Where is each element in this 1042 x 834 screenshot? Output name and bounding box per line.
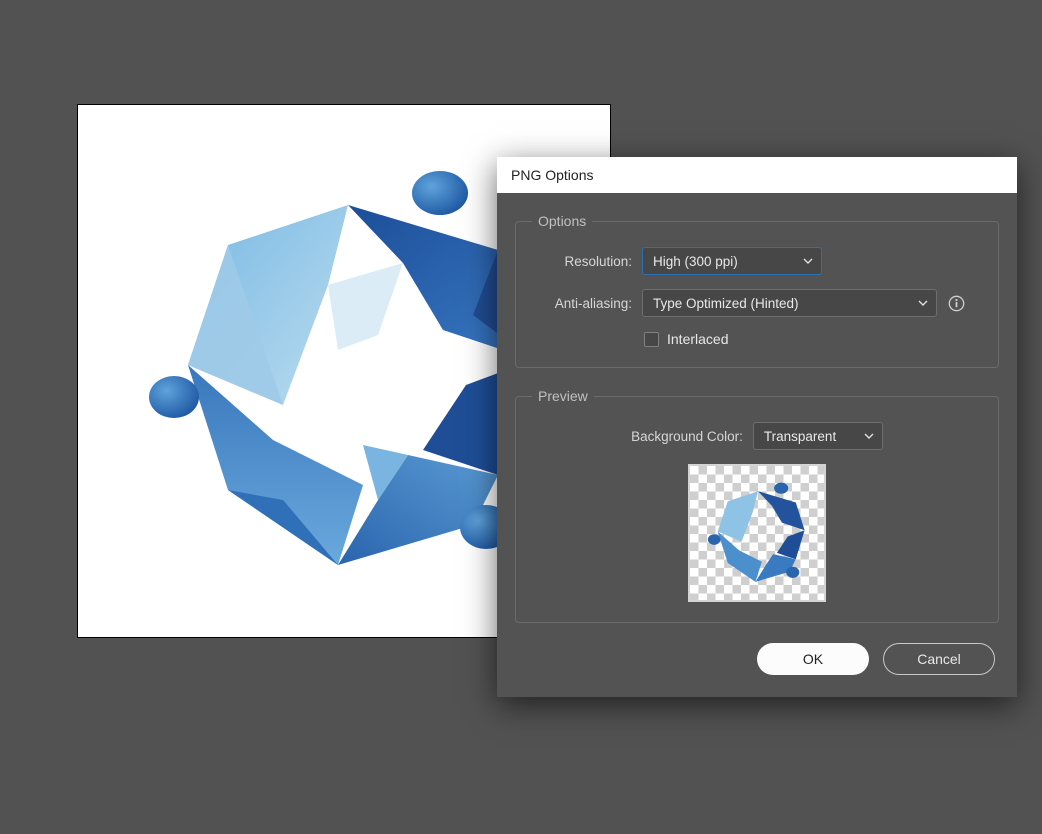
antialiasing-select[interactable]: Type Optimized (Hinted) — [642, 289, 937, 317]
info-icon[interactable] — [947, 294, 965, 312]
cancel-button[interactable]: Cancel — [883, 643, 995, 675]
chevron-down-icon — [918, 300, 928, 306]
options-legend: Options — [532, 213, 592, 229]
preview-thumbnail — [688, 464, 826, 602]
preview-legend: Preview — [532, 388, 594, 404]
antialiasing-value: Type Optimized (Hinted) — [653, 296, 799, 311]
antialiasing-label: Anti-aliasing: — [532, 296, 632, 311]
resolution-label: Resolution: — [532, 254, 632, 269]
ok-button[interactable]: OK — [757, 643, 869, 675]
options-group: Options Resolution: High (300 ppi) Anti-… — [515, 213, 999, 368]
chevron-down-icon — [803, 258, 813, 264]
bgcolor-select[interactable]: Transparent — [753, 422, 883, 450]
dialog-title: PNG Options — [511, 167, 593, 183]
png-options-dialog: PNG Options Options Resolution: High (30… — [497, 157, 1017, 697]
resolution-value: High (300 ppi) — [653, 254, 738, 269]
bgcolor-value: Transparent — [764, 429, 836, 444]
interlaced-label: Interlaced — [667, 331, 728, 347]
bgcolor-label: Background Color: — [631, 429, 743, 444]
resolution-select[interactable]: High (300 ppi) — [642, 247, 822, 275]
dialog-titlebar: PNG Options — [497, 157, 1017, 193]
cancel-label: Cancel — [917, 651, 961, 667]
ok-label: OK — [803, 651, 823, 667]
interlaced-checkbox[interactable] — [644, 332, 659, 347]
chevron-down-icon — [864, 433, 874, 439]
preview-group: Preview Background Color: Transparent — [515, 388, 999, 623]
